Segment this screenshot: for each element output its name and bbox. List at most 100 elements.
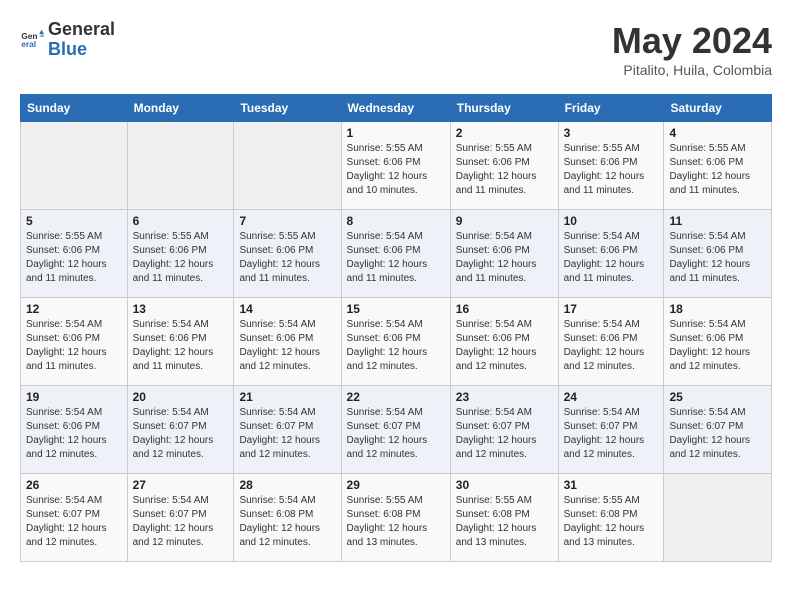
table-row: 2Sunrise: 5:55 AM Sunset: 6:06 PM Daylig… [450,122,558,210]
page-header: Gen eral General Blue May 2024 Pitalito,… [20,20,772,78]
logo-general: General [48,19,115,39]
table-row: 30 Sunrise: 5:55 AM Sunset: 6:08 PM Dayli… [450,474,558,562]
col-wednesday: Wednesday [341,95,450,122]
table-row: 23 Sunrise: 5:54 AM Sunset: 6:07 PM Dayli… [450,386,558,474]
day-number: 13 [133,302,229,316]
day-info: Sunrise: 5:55 AM Sunset: 6:06 PM Dayligh… [239,230,335,286]
day-number: 11 [669,214,766,228]
location: Pitalito, Huila, Colombia [612,62,772,78]
table-row: 7 Sunrise: 5:55 AM Sunset: 6:06 PM Daylig… [234,210,341,298]
day-info: Sunrise: 5:54 AM Sunset: 6:07 PM Dayligh… [133,494,229,550]
day-number: 28 [239,478,335,492]
day-number: 24 [564,390,659,404]
day-number: 22 [347,390,445,404]
logo-icon: Gen eral [20,28,44,52]
table-row: 21 Sunrise: 5:54 AM Sunset: 6:07 PM Dayli… [234,386,341,474]
table-row [21,122,128,210]
table-row: 26Sunrise: 5:54 AM Sunset: 6:07 PM Dayli… [21,474,128,562]
day-number: 29 [347,478,445,492]
table-row: 12 Sunrise: 5:54 AM Sunset: 6:06 PM Dayli… [21,298,128,386]
day-info: Sunrise: 5:54 AM Sunset: 6:06 PM Dayligh… [347,230,445,286]
table-row: 29 Sunrise: 5:55 AM Sunset: 6:08 PM Dayli… [341,474,450,562]
table-row: 19 Sunrise: 5:54 AM Sunset: 6:06 PM Dayli… [21,386,128,474]
logo-text: General Blue [48,20,115,60]
logo: Gen eral General Blue [20,20,115,60]
table-row: 6Sunrise: 5:55 AM Sunset: 6:06 PM Daylig… [127,210,234,298]
day-info: Sunrise: 5:55 AM Sunset: 6:06 PM Dayligh… [347,142,445,198]
col-sunday: Sunday [21,95,128,122]
day-number: 7 [239,214,335,228]
col-monday: Monday [127,95,234,122]
table-row: 1 Sunrise: 5:55 AM Sunset: 6:06 PM Daylig… [341,122,450,210]
logo-blue: Blue [48,39,87,59]
day-number: 8 [347,214,445,228]
day-number: 17 [564,302,659,316]
day-info: Sunrise: 5:55 AM Sunset: 6:06 PM Dayligh… [456,142,553,198]
day-number: 1 [347,126,445,140]
day-number: 16 [456,302,553,316]
table-row: 31 Sunrise: 5:55 AM Sunset: 6:08 PM Dayli… [558,474,664,562]
day-info: Sunrise: 5:54 AM Sunset: 6:08 PM Dayligh… [239,494,335,550]
calendar-table: Sunday Monday Tuesday Wednesday Thursday… [20,94,772,562]
table-row: 4 Sunrise: 5:55 AM Sunset: 6:06 PM Daylig… [664,122,772,210]
table-row: 24 Sunrise: 5:54 AM Sunset: 6:07 PM Dayli… [558,386,664,474]
day-info: Sunrise: 5:55 AM Sunset: 6:08 PM Dayligh… [347,494,445,550]
day-info: Sunrise: 5:55 AM Sunset: 6:06 PM Dayligh… [133,230,229,286]
table-row: 16 Sunrise: 5:54 AM Sunset: 6:06 PM Dayli… [450,298,558,386]
day-info: Sunrise: 5:54 AM Sunset: 6:07 PM Dayligh… [239,406,335,462]
day-info: Sunrise: 5:54 AM Sunset: 6:07 PM Dayligh… [133,406,229,462]
day-info: Sunrise: 5:55 AM Sunset: 6:06 PM Dayligh… [669,142,766,198]
day-number: 5 [26,214,122,228]
table-row: 22Sunrise: 5:54 AM Sunset: 6:07 PM Dayli… [341,386,450,474]
day-number: 31 [564,478,659,492]
day-info: Sunrise: 5:54 AM Sunset: 6:06 PM Dayligh… [456,230,553,286]
day-number: 27 [133,478,229,492]
header-row: Sunday Monday Tuesday Wednesday Thursday… [21,95,772,122]
table-row: 18Sunrise: 5:54 AM Sunset: 6:06 PM Dayli… [664,298,772,386]
day-info: Sunrise: 5:55 AM Sunset: 6:08 PM Dayligh… [564,494,659,550]
day-number: 19 [26,390,122,404]
day-number: 14 [239,302,335,316]
day-number: 25 [669,390,766,404]
table-row: 27 Sunrise: 5:54 AM Sunset: 6:07 PM Dayli… [127,474,234,562]
table-row: 17 Sunrise: 5:54 AM Sunset: 6:06 PM Dayli… [558,298,664,386]
day-info: Sunrise: 5:54 AM Sunset: 6:06 PM Dayligh… [669,230,766,286]
col-friday: Friday [558,95,664,122]
day-info: Sunrise: 5:55 AM Sunset: 6:08 PM Dayligh… [456,494,553,550]
day-number: 26 [26,478,122,492]
day-number: 23 [456,390,553,404]
day-info: Sunrise: 5:54 AM Sunset: 6:06 PM Dayligh… [26,318,122,374]
calendar-header: Sunday Monday Tuesday Wednesday Thursday… [21,95,772,122]
table-row: 11 Sunrise: 5:54 AM Sunset: 6:06 PM Dayli… [664,210,772,298]
day-info: Sunrise: 5:55 AM Sunset: 6:06 PM Dayligh… [564,142,659,198]
day-number: 21 [239,390,335,404]
table-row [234,122,341,210]
table-row [127,122,234,210]
day-number: 20 [133,390,229,404]
table-row: 5 Sunrise: 5:55 AM Sunset: 6:06 PM Daylig… [21,210,128,298]
table-row: 25Sunrise: 5:54 AM Sunset: 6:07 PM Dayli… [664,386,772,474]
day-info: Sunrise: 5:54 AM Sunset: 6:06 PM Dayligh… [26,406,122,462]
day-info: Sunrise: 5:54 AM Sunset: 6:06 PM Dayligh… [347,318,445,374]
calendar-week-row: 1 Sunrise: 5:55 AM Sunset: 6:06 PM Daylig… [21,122,772,210]
title-block: May 2024 Pitalito, Huila, Colombia [612,20,772,78]
day-number: 15 [347,302,445,316]
table-row [664,474,772,562]
table-row: 13Sunrise: 5:54 AM Sunset: 6:06 PM Dayli… [127,298,234,386]
day-info: Sunrise: 5:54 AM Sunset: 6:06 PM Dayligh… [456,318,553,374]
table-row: 28 Sunrise: 5:54 AM Sunset: 6:08 PM Dayli… [234,474,341,562]
table-row: 9Sunrise: 5:54 AM Sunset: 6:06 PM Daylig… [450,210,558,298]
table-row: 3Sunrise: 5:55 AM Sunset: 6:06 PM Daylig… [558,122,664,210]
day-number: 12 [26,302,122,316]
day-number: 4 [669,126,766,140]
day-info: Sunrise: 5:54 AM Sunset: 6:07 PM Dayligh… [564,406,659,462]
day-info: Sunrise: 5:55 AM Sunset: 6:06 PM Dayligh… [26,230,122,286]
day-info: Sunrise: 5:54 AM Sunset: 6:06 PM Dayligh… [564,318,659,374]
table-row: 20 Sunrise: 5:54 AM Sunset: 6:07 PM Dayli… [127,386,234,474]
day-number: 30 [456,478,553,492]
day-info: Sunrise: 5:54 AM Sunset: 6:06 PM Dayligh… [564,230,659,286]
day-info: Sunrise: 5:54 AM Sunset: 6:07 PM Dayligh… [456,406,553,462]
day-info: Sunrise: 5:54 AM Sunset: 6:06 PM Dayligh… [239,318,335,374]
calendar-body: 1 Sunrise: 5:55 AM Sunset: 6:06 PM Daylig… [21,122,772,562]
calendar-week-row: 26 Sunrise: 5:54 AM Sunset: 6:07 PM Dayli… [21,474,772,562]
